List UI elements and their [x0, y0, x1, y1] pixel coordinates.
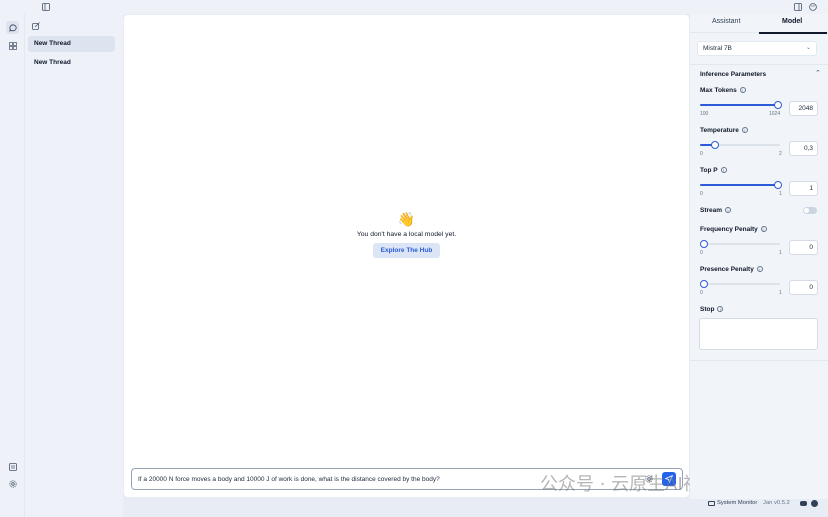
top-p-slider-handle[interactable] — [774, 181, 782, 189]
model-select-value: Mistral 7B — [703, 45, 732, 52]
palette-icon[interactable] — [808, 2, 817, 11]
grid-icon[interactable] — [6, 39, 19, 52]
presence-penalty-input[interactable]: 0 — [789, 280, 818, 295]
top-p-input[interactable]: 1 — [789, 181, 818, 196]
stream-label: Stream — [700, 207, 723, 214]
temperature-min: 0 — [700, 151, 703, 157]
github-icon[interactable] — [811, 500, 818, 507]
icon-rail — [0, 14, 25, 517]
title-bar — [0, 0, 828, 14]
discord-icon[interactable] — [800, 501, 807, 506]
stream-toggle[interactable] — [803, 207, 817, 214]
stop-label: Stop — [700, 306, 715, 313]
info-icon[interactable]: i — [760, 226, 767, 233]
info-icon[interactable]: i — [756, 266, 763, 273]
temperature-slider-handle[interactable] — [711, 141, 719, 149]
stop-label-row: Stop i — [700, 306, 724, 313]
wave-emoji: 👋 — [397, 211, 416, 227]
version-label: Jan v0.5.2 — [763, 500, 790, 506]
max-tokens-label-row: Max Tokens i — [700, 87, 746, 94]
max-tokens-fill — [700, 104, 778, 106]
panel-tabs: Assistant Model — [690, 14, 828, 34]
stop-input[interactable] — [699, 318, 818, 350]
empty-message: You don't have a local model yet. — [356, 231, 457, 238]
frequency-penalty-min: 0 — [700, 250, 703, 256]
frequency-penalty-max: 1 — [779, 250, 782, 256]
presence-penalty-track[interactable] — [700, 283, 780, 285]
info-icon[interactable]: i — [741, 127, 748, 134]
thread-item[interactable]: New Thread — [28, 55, 115, 71]
info-icon[interactable]: i — [717, 306, 724, 313]
info-icon[interactable]: i — [725, 207, 732, 214]
status-bar: System Monitor Jan v0.5.2 — [690, 499, 828, 511]
top-p-label: Top P — [700, 167, 718, 174]
explore-hub-button[interactable]: Explore The Hub — [372, 243, 441, 258]
chevron-down-icon: ⌄ — [805, 45, 811, 51]
compose-icon[interactable] — [31, 21, 41, 31]
frequency-penalty-label: Frequency Penalty — [700, 226, 758, 233]
panel-toggle-icon[interactable] — [793, 2, 802, 11]
settings-panel: Assistant Model Mistral 7B ⌄ Inference P… — [690, 14, 828, 499]
presence-penalty-min: 0 — [700, 290, 703, 296]
presence-penalty-max: 1 — [779, 290, 782, 296]
monitor-icon[interactable] — [708, 501, 715, 506]
chat-icon[interactable] — [6, 21, 19, 34]
stream-label-row: Stream i — [700, 207, 732, 214]
frequency-penalty-slider-handle[interactable] — [700, 240, 708, 248]
top-p-label-row: Top Pi — [700, 167, 727, 174]
tab-assistant[interactable]: Assistant — [712, 18, 740, 25]
chevron-up-icon[interactable]: ⌃ — [815, 69, 821, 77]
divider — [690, 360, 828, 361]
model-select[interactable]: Mistral 7B ⌄ — [697, 41, 817, 56]
section-title: Inference Parameters — [700, 71, 767, 78]
max-tokens-label: Max Tokens — [700, 87, 737, 94]
tab-model[interactable]: Model — [782, 18, 802, 25]
stream-toggle-knob — [804, 208, 809, 213]
top-p-min: 0 — [700, 191, 703, 197]
divider — [690, 64, 828, 65]
presence-penalty-label: Presence Penalty — [700, 266, 754, 273]
thread-list: New Thread New Thread — [25, 14, 123, 517]
frequency-penalty-input[interactable]: 0 — [789, 240, 818, 255]
frequency-penalty-track[interactable] — [700, 243, 780, 245]
presence-penalty-slider-handle[interactable] — [700, 280, 708, 288]
max-tokens-max: 1024 — [769, 111, 781, 117]
monitor-icon[interactable] — [6, 460, 19, 473]
system-monitor-label[interactable]: System Monitor — [717, 500, 757, 506]
top-p-fill — [700, 184, 778, 186]
presence-penalty-label-row: Presence Penalty i — [700, 266, 763, 273]
settings-icon[interactable] — [6, 477, 19, 490]
temperature-label: Temperature — [700, 127, 739, 134]
temperature-label-row: Temperature i — [700, 127, 748, 134]
top-p-max: 1 — [779, 191, 782, 197]
empty-state: 👋 You don't have a local model yet. Expl… — [124, 210, 689, 258]
info-icon[interactable]: i — [720, 167, 727, 174]
message-input-text: If a 20000 N force moves a body and 1000… — [138, 476, 440, 483]
max-tokens-min: 100 — [700, 111, 709, 117]
temperature-input[interactable]: 0,3 — [789, 141, 818, 156]
tab-active-indicator — [759, 32, 827, 34]
max-tokens-input[interactable]: 2048 — [789, 101, 818, 116]
thread-item[interactable]: New Thread — [28, 36, 115, 52]
temperature-max: 2 — [779, 151, 782, 157]
frequency-penalty-label-row: Frequency Penalty i — [700, 226, 767, 233]
info-icon[interactable]: i — [739, 87, 746, 94]
max-tokens-slider-handle[interactable] — [774, 101, 782, 109]
sidebar-toggle-icon[interactable] — [41, 2, 50, 11]
